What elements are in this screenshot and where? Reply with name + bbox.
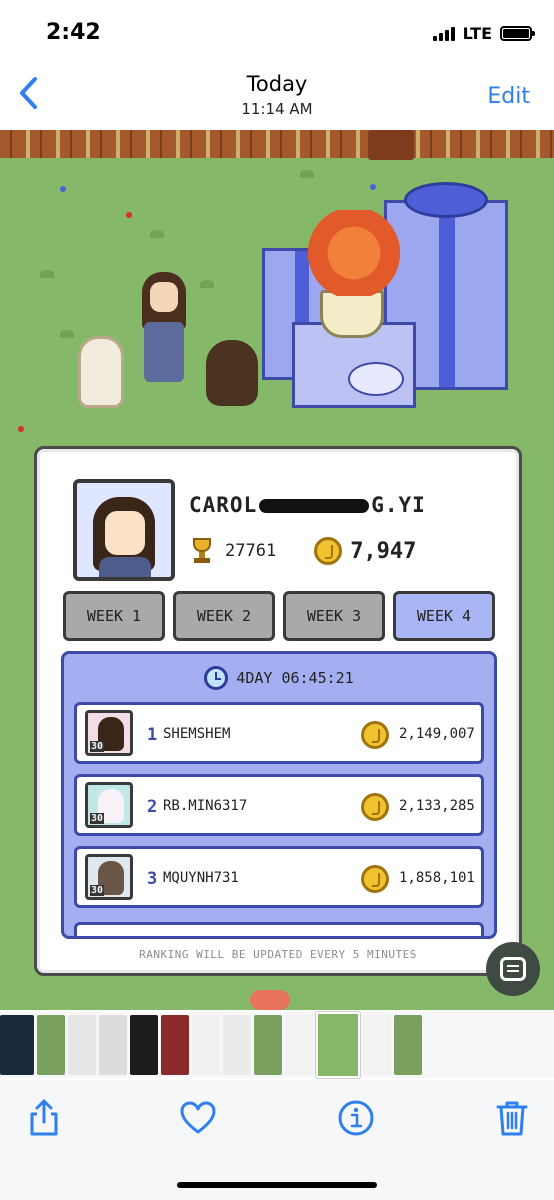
level-badge: 30 [90,813,105,824]
ranking-score: 2,133,285 [399,798,475,814]
coin-icon [361,721,389,749]
tab-week-3[interactable]: WEEK 3 [283,591,385,641]
grass-tuft [150,230,164,238]
thumbnail-selected[interactable] [316,1012,360,1078]
grass-tuft [200,280,214,288]
thumbnail[interactable] [223,1015,251,1075]
ranking-score: 2,149,007 [399,726,475,742]
status-time: 2:42 [46,20,101,45]
nav-title: Today [246,72,308,96]
tab-week-1[interactable]: WEEK 1 [63,591,165,641]
pedestal-plaque [348,362,404,396]
nav-subtitle: 11:14 AM [241,100,313,118]
leaderboard-panel: CAROL G.YI 27761 7,947 WEEK 1 WEEK 2 WEEK… [34,446,522,976]
delete-button[interactable] [492,1098,532,1138]
ranking-row[interactable]: 30 1 SHEMSHEM 2,149,007 [74,702,484,764]
tab-week-4[interactable]: WEEK 4 [393,591,495,641]
ranking-username: RB.MIN6317 [163,798,248,814]
ranking-row[interactable]: 30 3 MQUYNH731 1,858,101 [74,846,484,908]
thumbnail-strip[interactable] [0,1012,554,1078]
info-icon [338,1100,374,1136]
fence [0,130,554,158]
level-badge: 30 [90,885,105,896]
tab-week-2[interactable]: WEEK 2 [173,591,275,641]
rank-number: 3 [147,869,158,889]
text-scan-icon [500,957,526,981]
favorite-button[interactable] [178,1098,218,1138]
info-button[interactable] [336,1098,376,1138]
navigation-bar: Today 11:14 AM Edit [0,68,554,130]
thumbnail[interactable] [394,1015,422,1075]
network-type: LTE [462,24,492,43]
rank-number: 2 [147,797,158,817]
ranking-update-note: RANKING WILL BE UPDATED EVERY 5 MINUTES [139,948,417,961]
player-avatar [73,479,175,581]
battery-icon [500,26,535,41]
status-bar: 2:42 LTE [0,0,554,68]
redaction-scribble [259,499,370,513]
thumbnail[interactable] [37,1015,65,1075]
thumbnail[interactable] [130,1015,158,1075]
grass-tuft [300,170,314,178]
brown-dog-sprite [206,340,258,406]
flower [370,184,376,190]
gift-bow [404,182,488,218]
heart-icon [180,1101,216,1134]
status-indicators: LTE [432,24,535,43]
flower [126,212,132,218]
live-text-button[interactable] [486,942,540,996]
white-dog-sprite [78,336,124,408]
flower-basket [320,290,384,338]
trash-icon [496,1101,528,1136]
thumbnail[interactable] [285,1015,313,1075]
thumbnail[interactable] [192,1015,220,1075]
countdown-timer: 4DAY 06:45:21 [64,660,494,696]
flower [60,186,66,192]
coin-icon [361,865,389,893]
thumbnail[interactable] [0,1015,34,1075]
fence-gate [368,130,414,160]
grass-tuft [40,270,54,278]
player-name-prefix: CAROL [189,493,258,517]
ranking-avatar: 30 [85,854,133,900]
flower-bouquet [304,210,404,296]
coin-icon [314,537,343,565]
player-stats: 27761 7,947 [187,537,416,565]
ranking-username: SHEMSHEM [163,726,231,742]
ranking-row[interactable]: 30 2 RB.MIN6317 2,133,285 [74,774,484,836]
edit-button[interactable]: Edit [487,84,530,109]
girl-sprite [138,272,190,388]
rank-number: 1 [147,725,158,745]
share-button[interactable] [24,1098,64,1138]
thumbnail[interactable] [161,1015,189,1075]
home-indicator[interactable] [177,1182,377,1188]
flower [18,426,24,432]
thumbnail[interactable] [99,1015,127,1075]
thumbnail[interactable] [68,1015,96,1075]
level-badge: 30 [90,741,105,752]
player-name-suffix: G.YI [371,493,426,517]
ranking-score: 1,858,101 [399,870,475,886]
clock-icon [204,666,229,690]
bottom-toolbar [0,1080,554,1200]
flower-patch [250,990,290,1010]
ranking-avatar: 30 [85,782,133,828]
trophy-count: 27761 [225,541,277,561]
photo-viewer[interactable]: CAROL G.YI 27761 7,947 WEEK 1 WEEK 2 WEEK… [0,130,554,1010]
cellular-signal-icon [432,26,455,41]
week-tabs: WEEK 1 WEEK 2 WEEK 3 WEEK 4 [63,591,495,641]
trophy-icon [187,538,217,564]
grass-tuft [60,330,74,338]
ranking-list[interactable]: 4DAY 06:45:21 30 1 SHEMSHEM 2,149,007 30… [61,651,497,939]
share-icon [30,1099,58,1136]
countdown-value: 4DAY 06:45:21 [236,669,354,687]
coin-icon [361,793,389,821]
ranking-avatar: 30 [85,710,133,756]
ranking-username: MQUYNH731 [163,870,239,886]
thumbnail[interactable] [254,1015,282,1075]
coin-count: 7,947 [350,538,417,564]
thumbnail[interactable] [363,1015,391,1075]
ranking-row-partial[interactable] [74,922,484,936]
player-name: CAROL G.YI [189,493,426,517]
